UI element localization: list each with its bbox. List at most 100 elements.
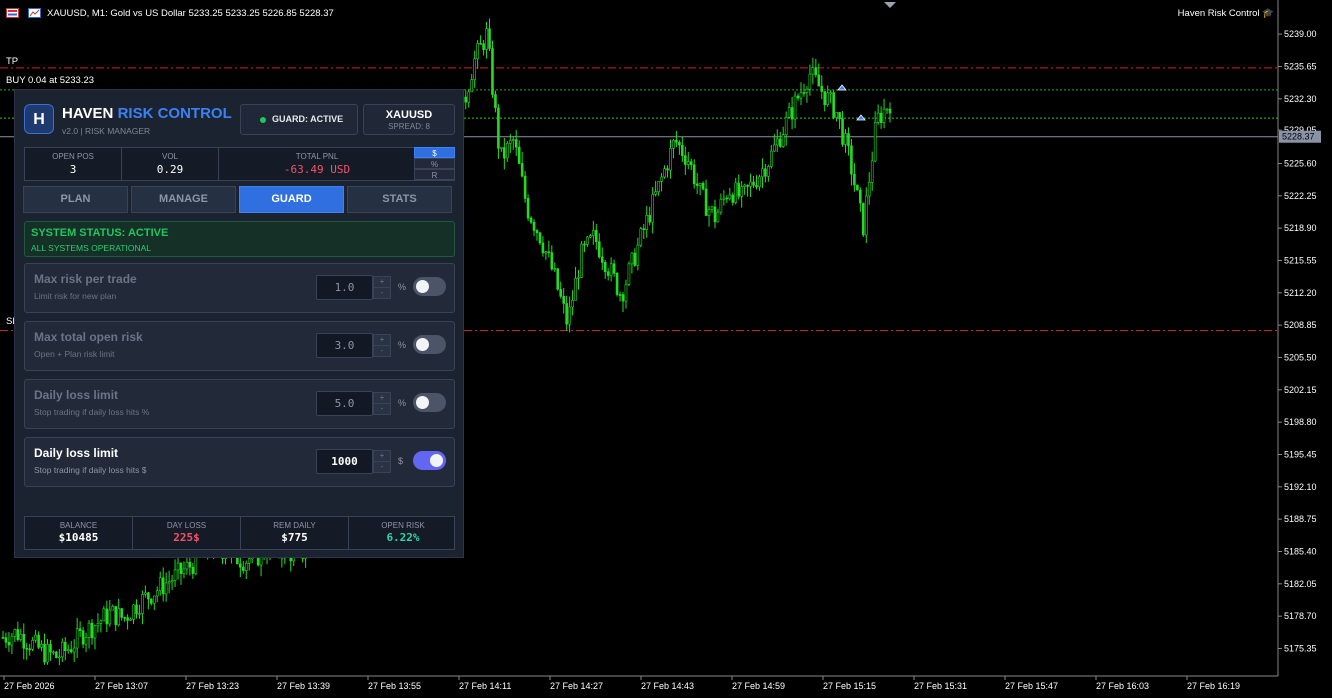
candle-body [645, 214, 649, 230]
expert-advisor-label[interactable]: Haven Risk Control 🎓 [1178, 8, 1274, 19]
candle-body [535, 230, 539, 234]
rule-toggle[interactable] [413, 451, 446, 470]
y-tick-label: 5195.45 [1284, 449, 1317, 459]
candle-body [114, 606, 118, 626]
candle-body [752, 181, 755, 186]
unit-dollar-button[interactable]: $ [414, 147, 455, 158]
y-tick-label: 5239.00 [1284, 29, 1317, 39]
candle-body [568, 306, 571, 325]
y-tick-label: 5235.65 [1284, 61, 1317, 71]
candle-body [888, 108, 892, 114]
buy-line-label: BUY 0.04 at 5233.23 [6, 75, 95, 86]
candle-body [844, 133, 847, 145]
candle-body [832, 92, 835, 118]
x-tick-label: 27 Feb 13:39 [277, 681, 330, 691]
rule-title: Daily loss limit [34, 388, 119, 402]
candle-body [90, 622, 94, 639]
candle-body [586, 236, 589, 245]
candle-body [467, 91, 471, 103]
rule-value-input[interactable]: 5.0 [316, 391, 373, 416]
market-watch-icon[interactable] [28, 8, 41, 18]
day-loss-label: DAY LOSS [166, 521, 207, 530]
candle-body [746, 184, 749, 187]
candle-body [633, 252, 637, 266]
candle-body [132, 604, 135, 620]
decrement-button[interactable]: - [373, 403, 391, 415]
open-risk-value: 6.22% [386, 531, 420, 544]
day-loss-value: 225$ [173, 531, 200, 544]
rule-unit: % [398, 282, 407, 292]
candle-body [609, 263, 613, 276]
candle-body [758, 176, 761, 188]
candle-body [158, 577, 162, 592]
candle-body [805, 88, 809, 94]
guard-status-button[interactable]: GUARD: ACTIVE [240, 104, 358, 135]
decrement-button[interactable]: - [373, 287, 391, 299]
candle-body [93, 625, 97, 639]
candle-body [627, 263, 631, 285]
candle-body [826, 92, 830, 105]
toggle-knob [430, 454, 443, 467]
rule-title: Max risk per trade [34, 272, 137, 286]
decrement-button[interactable]: - [373, 345, 391, 357]
candle-body [494, 94, 497, 109]
candle-body [728, 194, 732, 200]
candle-body [716, 211, 720, 223]
candle-body [651, 194, 654, 223]
tab-plan[interactable]: PLAN [23, 186, 128, 213]
x-tick-label: 27 Feb 14:11 [459, 681, 511, 691]
x-tick-label: 27 Feb 2026 [4, 681, 55, 691]
symbol-box[interactable]: XAUUSD SPREAD: 8 [363, 104, 455, 135]
rule-daily-loss-dollar: Daily loss limit Stop trading if daily l… [24, 437, 455, 487]
candle-body [75, 628, 79, 649]
candle-body [761, 168, 764, 178]
y-tick-label: 5222.25 [1284, 191, 1317, 201]
pnl-value: -63.49 USD [283, 163, 351, 176]
rule-desc: Limit risk for new plan [34, 291, 117, 301]
rule-toggle[interactable] [413, 335, 446, 354]
candle-body [52, 651, 55, 654]
rule-title: Max total open risk [34, 330, 143, 344]
candle-body [517, 146, 521, 164]
candle-body [597, 241, 601, 258]
candle-body [244, 562, 248, 571]
candle-body [559, 288, 563, 297]
candle-body [1, 637, 5, 639]
candle-body [138, 613, 141, 615]
candle-body [473, 58, 476, 80]
candle-body [838, 112, 841, 120]
rule-value-input[interactable]: 1000 [316, 449, 373, 474]
rule-value-input[interactable]: 3.0 [316, 333, 373, 358]
unit-r-button[interactable]: R [414, 169, 455, 180]
vol-stat: VOL 0.29 [122, 148, 219, 180]
guard-status-label: GUARD: ACTIVE [272, 114, 344, 124]
chart-window-icon[interactable] [6, 8, 19, 18]
candle-body [96, 623, 100, 627]
candle-body [147, 592, 150, 600]
candle-body [129, 619, 132, 621]
tab-guard[interactable]: GUARD [239, 186, 344, 213]
candle-body [523, 175, 527, 199]
candle-body [856, 184, 859, 191]
candle-body [102, 608, 106, 622]
candle-body [43, 643, 46, 663]
tab-manage[interactable]: MANAGE [131, 186, 236, 213]
candle-body [58, 656, 61, 659]
candle-body [879, 112, 883, 123]
candle-body [37, 634, 40, 648]
candle-body [40, 643, 43, 648]
decrement-button[interactable]: - [373, 461, 391, 473]
candle-body [867, 182, 871, 197]
candle-body [61, 641, 64, 658]
candle-body [497, 107, 500, 149]
unit-percent-button[interactable]: % [414, 158, 455, 169]
tab-stats[interactable]: STATS [347, 186, 452, 213]
candle-body [595, 229, 598, 243]
candle-body [615, 273, 619, 295]
candle-body [820, 85, 824, 92]
rule-value-input[interactable]: 1.0 [316, 275, 373, 300]
rule-toggle[interactable] [413, 277, 446, 296]
candle-body [793, 95, 797, 120]
rule-toggle[interactable] [413, 393, 446, 412]
candle-body [84, 637, 88, 645]
